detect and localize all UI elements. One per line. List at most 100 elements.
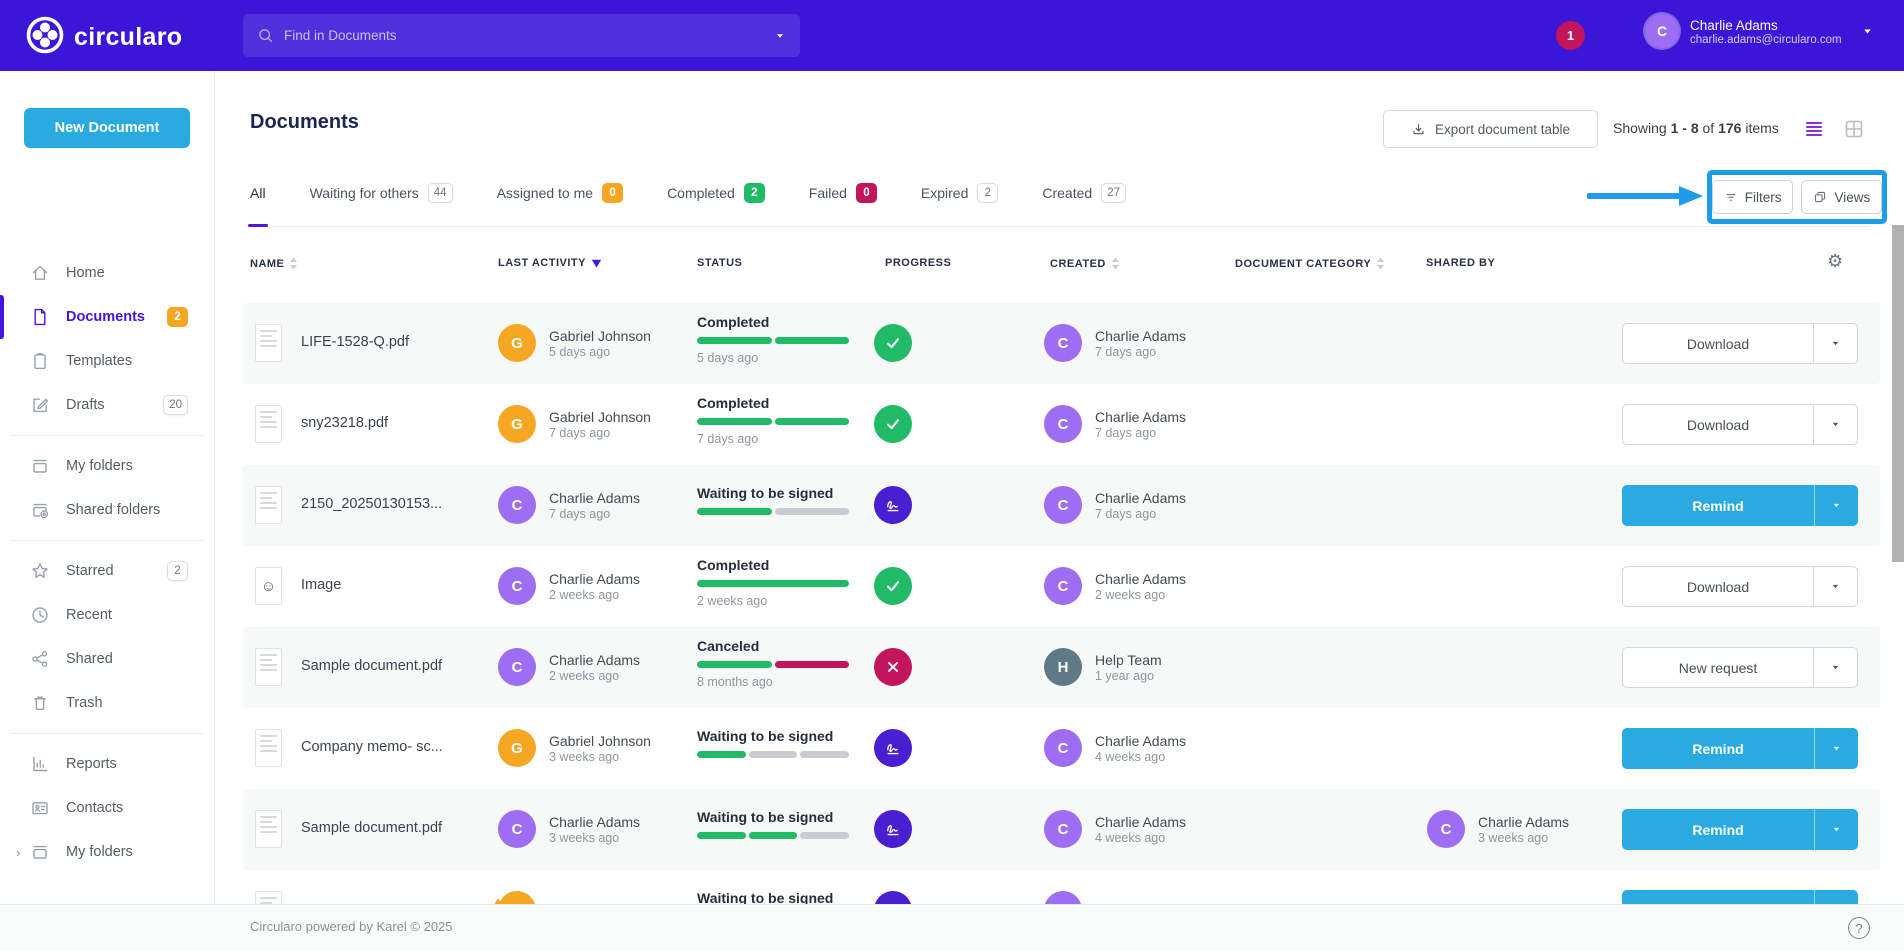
sidebar-item-starred[interactable]: Starred2	[0, 549, 214, 593]
table-row[interactable]: LIFE-1528-Q.pdfGGabriel Johnson5 days ag…	[243, 303, 1880, 384]
table-row[interactable]: sny23218.pdfGGabriel Johnson7 days agoCo…	[243, 384, 1880, 465]
table-row[interactable]: 2150_20250130153... CCharlie Adams7 days …	[243, 465, 1880, 546]
notification-badge[interactable]: 1	[1556, 21, 1585, 50]
action-dropdown-caret[interactable]	[1814, 809, 1858, 850]
status-cell: Completed7 days ago	[697, 395, 857, 446]
completed-check-icon	[874, 324, 912, 362]
tab-expired[interactable]: Expired2	[921, 160, 998, 226]
progress-segment	[800, 832, 849, 839]
grid-view-icon[interactable]	[1843, 118, 1865, 140]
sidebar-item-recent[interactable]: Recent	[0, 593, 214, 637]
person-text: Charlie Adams7 days ago	[549, 489, 640, 521]
tab-count-badge: 2	[977, 183, 998, 203]
sidebar-item-my-folders[interactable]: My folders	[0, 444, 214, 488]
action-button-label[interactable]: New request	[1623, 648, 1813, 687]
export-document-table-button[interactable]: Export document table	[1383, 110, 1598, 148]
sort-icon	[1376, 257, 1385, 270]
sidebar-item-templates[interactable]: Templates	[0, 339, 214, 383]
remind-button[interactable]: Remind	[1622, 485, 1858, 526]
user-menu[interactable]: C Charlie Adams charlie.adams@circularo.…	[1645, 14, 1874, 48]
new-request-button[interactable]: New request	[1622, 647, 1858, 688]
tab-failed[interactable]: Failed0	[809, 160, 877, 226]
column-header-name[interactable]: NAME	[250, 257, 298, 270]
sidebar-item-shared-folders[interactable]: Shared folders	[0, 488, 214, 532]
search-input[interactable]	[284, 28, 774, 43]
sidebar-item-shared[interactable]: Shared	[0, 637, 214, 681]
action-dropdown-caret[interactable]	[1813, 567, 1857, 606]
sidebar-item-label: Reports	[66, 756, 117, 772]
column-header-created[interactable]: CREATED	[1050, 257, 1120, 270]
action-dropdown-caret[interactable]	[1813, 648, 1857, 687]
search-bar[interactable]	[243, 14, 800, 57]
action-button-label[interactable]: Download	[1623, 567, 1813, 606]
document-name[interactable]: Sample document.pdf	[301, 658, 442, 674]
document-name[interactable]: Image	[301, 577, 341, 593]
sidebar-item-my-folders[interactable]: ›My folders	[0, 830, 214, 874]
chevron-right-icon[interactable]: ›	[16, 845, 26, 860]
sidebar-divider	[10, 540, 204, 541]
download-button[interactable]: Download	[1622, 323, 1858, 364]
table-settings-gear-icon[interactable]: ⚙	[1827, 251, 1849, 273]
vertical-scrollbar-thumb[interactable]	[1892, 225, 1904, 562]
person-text: Charlie Adams4 weeks ago	[1095, 732, 1186, 764]
sidebar-item-home[interactable]: Home	[0, 251, 214, 295]
person-text: Charlie Adams7 days ago	[1095, 327, 1186, 359]
action-button-label[interactable]: Download	[1623, 405, 1813, 444]
action-dropdown-caret[interactable]	[1814, 728, 1858, 769]
new-document-button[interactable]: New Document	[24, 108, 190, 148]
column-header-document-category[interactable]: DOCUMENT CATEGORY	[1235, 257, 1385, 270]
progress-segment	[775, 661, 850, 668]
remind-button[interactable]: Remind	[1622, 890, 1858, 904]
views-button[interactable]: Views	[1801, 180, 1882, 214]
person-text: Gabriel Johnson5 days ago	[549, 327, 651, 359]
tab-completed[interactable]: Completed2	[667, 160, 765, 226]
filters-button[interactable]: Filters	[1712, 180, 1794, 214]
table-row[interactable]: Sample document.pdfCCharlie Adams2 weeks…	[243, 627, 1880, 708]
last-activity-cell: GGabriel Johnson3 weeks ago	[498, 729, 651, 767]
person-name: Charlie Adams	[1095, 732, 1186, 750]
action-dropdown-caret[interactable]	[1813, 405, 1857, 444]
download-button[interactable]: Download	[1622, 404, 1858, 445]
action-dropdown-caret[interactable]	[1814, 890, 1858, 904]
sidebar-item-reports[interactable]: Reports	[0, 742, 214, 786]
table-row[interactable]: Company memo- sc... GGabriel Johnson3 wee…	[243, 708, 1880, 789]
action-dropdown-caret[interactable]	[1814, 485, 1858, 526]
tab-assigned-to-me[interactable]: Assigned to me0	[497, 160, 624, 226]
sort-icon	[1111, 257, 1120, 270]
document-name[interactable]: 2150_20250130153...	[301, 496, 442, 512]
document-name[interactable]: LIFE-1528-Q.pdf	[301, 334, 409, 350]
sidebar-item-label: Shared folders	[66, 502, 160, 518]
action-button-label[interactable]: Remind	[1622, 728, 1814, 769]
download-button[interactable]: Download	[1622, 566, 1858, 607]
table-row[interactable]: Sample document.pdfCCharlie Adams3 weeks…	[243, 789, 1880, 870]
tab-all[interactable]: All	[250, 160, 266, 226]
action-dropdown-caret[interactable]	[1813, 324, 1857, 363]
tab-waiting-for-others[interactable]: Waiting for others44	[310, 160, 453, 226]
status-label: Completed	[697, 557, 857, 573]
action-button-label[interactable]: Download	[1623, 324, 1813, 363]
sidebar-item-documents[interactable]: Documents2	[0, 295, 214, 339]
action-button-label[interactable]: Remind	[1622, 485, 1814, 526]
document-name[interactable]: Company memo- sc...	[301, 739, 443, 755]
remind-button[interactable]: Remind	[1622, 809, 1858, 850]
search-scope-caret-icon[interactable]	[774, 30, 786, 42]
circularo-logo[interactable]: circularo	[26, 16, 182, 59]
tab-label: Assigned to me	[497, 185, 594, 201]
document-name[interactable]: sny23218.pdf	[301, 415, 388, 431]
sidebar-item-drafts[interactable]: Drafts20	[0, 383, 214, 427]
help-icon[interactable]: ?	[1848, 917, 1870, 939]
sidebar-item-trash[interactable]: Trash	[0, 681, 214, 725]
tab-created[interactable]: Created27	[1042, 160, 1126, 226]
person-time: 7 days ago	[1095, 507, 1186, 521]
list-view-icon[interactable]	[1803, 118, 1825, 140]
action-button-label[interactable]: Remind	[1622, 809, 1814, 850]
person-text: Charlie Adams7 days ago	[1095, 489, 1186, 521]
last-activity-cell: CCharlie Adams7 days ago	[498, 486, 640, 524]
action-button-label[interactable]: Remind	[1622, 890, 1814, 904]
column-header-last-activity[interactable]: LAST ACTIVITY	[498, 257, 602, 269]
document-name[interactable]: Sample document.pdf	[301, 820, 442, 836]
remind-button[interactable]: Remind	[1622, 728, 1858, 769]
table-row[interactable]: GGabriel JohnsonWaiting to be signedCCha…	[243, 870, 1880, 904]
table-row[interactable]: ☺ImageCCharlie Adams2 weeks agoCompleted…	[243, 546, 1880, 627]
sidebar-item-contacts[interactable]: Contacts	[0, 786, 214, 830]
